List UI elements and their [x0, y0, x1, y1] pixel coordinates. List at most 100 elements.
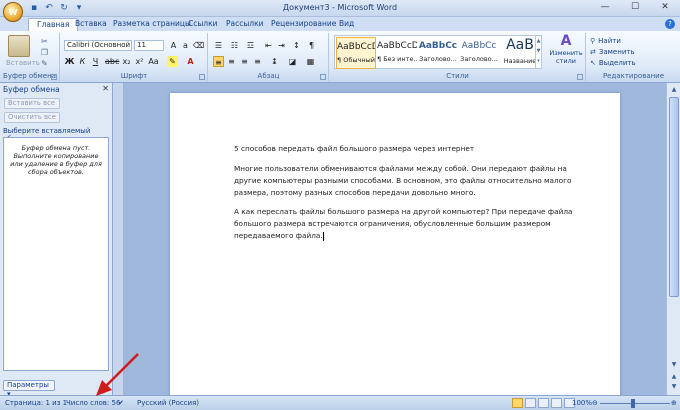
- styles-scroll-icon[interactable]: ▲ ▼ ▾: [535, 36, 541, 68]
- vertical-scrollbar[interactable]: ▲ ▼ ▲ ▼: [666, 83, 680, 395]
- paragraph-launcher-icon[interactable]: [320, 74, 326, 80]
- page-count[interactable]: Страница: 1 из 1: [5, 399, 67, 407]
- annotation-arrow: [96, 353, 139, 396]
- style-heading-1[interactable]: AaBbCc Заголово...: [418, 37, 458, 69]
- justify-icon[interactable]: ≡: [252, 56, 263, 67]
- paste-all-button[interactable]: Вставить все: [4, 98, 60, 109]
- zoom-level[interactable]: 100%: [572, 399, 592, 407]
- next-page-icon[interactable]: ▼: [668, 381, 680, 392]
- change-case-icon[interactable]: Aa: [148, 56, 159, 67]
- print-layout-icon[interactable]: [512, 398, 523, 408]
- close-pane-icon[interactable]: ✕: [102, 84, 109, 93]
- grow-font-icon[interactable]: A: [168, 40, 179, 51]
- strikethrough-icon[interactable]: abc: [105, 56, 119, 67]
- office-button[interactable]: W: [3, 2, 23, 22]
- font-launcher-icon[interactable]: [199, 74, 205, 80]
- copy-icon[interactable]: ❐: [40, 48, 49, 57]
- doc-paragraph[interactable]: Многие пользователи обмениваются файлами…: [234, 163, 584, 199]
- tab-mailings[interactable]: Рассылки: [226, 18, 264, 31]
- scroll-thumb[interactable]: [669, 97, 679, 297]
- tab-page-layout[interactable]: Разметка страницы: [113, 18, 191, 31]
- numbering-icon[interactable]: ☷: [229, 40, 240, 51]
- select-button[interactable]: ↖ Выделить: [590, 58, 636, 68]
- zoom-in-icon[interactable]: ⊕: [671, 399, 677, 407]
- decrease-indent-icon[interactable]: ⇤: [263, 40, 274, 51]
- full-screen-reading-icon[interactable]: [525, 398, 536, 408]
- font-group-label: Шрифт: [120, 72, 148, 80]
- help-icon[interactable]: ?: [665, 19, 675, 29]
- underline-icon[interactable]: Ч: [90, 56, 101, 67]
- italic-icon[interactable]: К: [77, 56, 88, 67]
- view-buttons: [512, 398, 575, 408]
- subscript-icon[interactable]: x₂: [121, 56, 132, 67]
- tab-insert[interactable]: Вставка: [75, 18, 107, 31]
- superscript-icon[interactable]: x²: [134, 56, 145, 67]
- increase-indent-icon[interactable]: ⇥: [276, 40, 287, 51]
- change-styles-button[interactable]: A Изменить стили: [548, 33, 584, 69]
- tab-home[interactable]: Главная: [28, 18, 79, 31]
- zoom-slider-knob[interactable]: [631, 399, 635, 408]
- shading-icon[interactable]: ◪: [287, 56, 298, 67]
- minimize-icon[interactable]: —: [590, 0, 620, 16]
- proofing-icon[interactable]: ✔: [118, 399, 124, 407]
- clipboard-list: Буфер обмена пуст. Выполните копирование…: [3, 137, 109, 371]
- font-name-select[interactable]: Calibri (Основной те: [64, 40, 132, 51]
- bold-icon[interactable]: Ж: [64, 56, 75, 67]
- tab-view[interactable]: Вид: [339, 18, 354, 31]
- options-button[interactable]: Параметры ▾: [3, 380, 55, 398]
- outline-icon[interactable]: [551, 398, 562, 408]
- change-styles-icon: A: [560, 33, 572, 49]
- font-color-icon[interactable]: A: [185, 56, 196, 67]
- doc-title[interactable]: 5 способов передать файл большого размер…: [234, 143, 584, 155]
- close-icon[interactable]: ✕: [650, 0, 680, 16]
- styles-gallery: AaBbCcDc ¶ Обычный AaBbCcDc ¶ Без инте..…: [334, 35, 542, 69]
- ribbon-tabs: Главная Вставка Разметка страницы Ссылки…: [0, 17, 680, 31]
- vertical-ruler: [114, 83, 124, 395]
- show-marks-icon[interactable]: ¶: [306, 40, 317, 51]
- clear-formatting-icon[interactable]: ⌫: [193, 40, 204, 51]
- style-no-spacing[interactable]: AaBbCcDc ¶ Без инте...: [377, 37, 417, 69]
- multilevel-list-icon[interactable]: ☲: [245, 40, 256, 51]
- clipboard-launcher-icon[interactable]: [51, 74, 57, 80]
- tab-references[interactable]: Ссылки: [188, 18, 217, 31]
- bullets-icon[interactable]: ☰: [213, 40, 224, 51]
- line-spacing-icon[interactable]: ↨: [269, 56, 280, 67]
- shrink-font-icon[interactable]: a: [180, 40, 191, 51]
- style-title[interactable]: AaB Название: [500, 37, 540, 69]
- word-count[interactable]: Число слов: 56: [66, 399, 120, 407]
- document-page[interactable]: 5 способов передать файл большого размер…: [170, 93, 620, 395]
- editing-group-label: Редактирование: [602, 72, 665, 80]
- highlight-icon[interactable]: ✎: [167, 56, 178, 67]
- clear-all-button[interactable]: Очистить все: [4, 112, 60, 123]
- clipboard-pane: Буфер обмена ✕ Вставить все Очистить все…: [0, 83, 113, 398]
- clipboard-empty-message: Буфер обмена пуст. Выполните копирование…: [10, 144, 102, 176]
- styles-launcher-icon[interactable]: [577, 74, 583, 80]
- style-normal[interactable]: AaBbCcDc ¶ Обычный: [336, 37, 376, 69]
- paste-button[interactable]: Вставить: [6, 59, 40, 67]
- font-size-select[interactable]: 11: [134, 40, 164, 51]
- format-painter-icon[interactable]: ✎: [40, 59, 49, 68]
- paste-icon[interactable]: [8, 35, 30, 57]
- clipboard-group: Вставить ✂ ❐ ✎ Буфер обмена: [0, 33, 60, 81]
- style-heading-2[interactable]: AaBbCc Заголово...: [459, 37, 499, 69]
- title-bar: ▪ ↶ ↻ ▾ Документ3 - Microsoft Word — ☐ ✕: [0, 0, 680, 17]
- web-layout-icon[interactable]: [538, 398, 549, 408]
- align-left-icon[interactable]: ≡: [213, 56, 224, 67]
- scroll-up-icon[interactable]: ▲: [668, 84, 680, 95]
- scroll-down-icon[interactable]: ▼: [668, 359, 680, 370]
- sort-icon[interactable]: ↕: [291, 40, 302, 51]
- zoom-out-icon[interactable]: ⊖: [592, 399, 598, 407]
- doc-paragraph[interactable]: А как переслать файлы большого размера н…: [234, 206, 584, 242]
- borders-icon[interactable]: ▦: [305, 56, 316, 67]
- language-indicator[interactable]: Русский (Россия): [137, 399, 199, 407]
- cut-icon[interactable]: ✂: [40, 37, 49, 46]
- paragraph-group: ☰ ☷ ☲ ⇤ ⇥ ↕ ¶ ≡ ≡ ≡ ≡ ↨ ◪ ▦ Абзац: [209, 33, 329, 81]
- maximize-icon[interactable]: ☐: [620, 0, 650, 16]
- zoom-slider[interactable]: [600, 403, 670, 404]
- align-center-icon[interactable]: ≡: [226, 56, 237, 67]
- align-right-icon[interactable]: ≡: [239, 56, 250, 67]
- styles-group-label: Стили: [446, 72, 469, 80]
- replace-button[interactable]: ⇄ Заменить: [590, 47, 635, 57]
- tab-review[interactable]: Рецензирование: [271, 18, 336, 31]
- find-button[interactable]: ⚲ Найти: [590, 36, 621, 46]
